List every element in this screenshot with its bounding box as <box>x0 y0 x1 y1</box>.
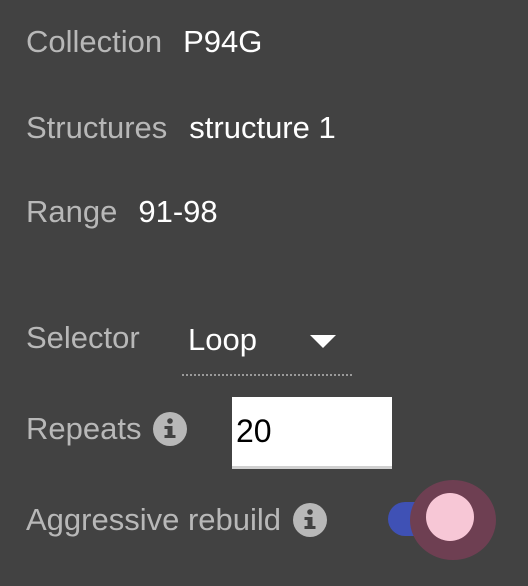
range-row: Range 91-98 <box>26 194 218 230</box>
collection-value: P94G <box>183 24 263 59</box>
repeats-input[interactable] <box>232 397 392 469</box>
selector-label: Selector <box>26 320 140 355</box>
dropdown-arrow-icon <box>310 335 336 348</box>
info-icon[interactable] <box>293 503 328 537</box>
repeats-row: Repeats <box>26 411 188 447</box>
range-value: 91-98 <box>138 194 218 229</box>
aggressive-rebuild-label: Aggressive rebuild <box>26 502 282 537</box>
range-label: Range <box>26 194 118 229</box>
structures-row: Structures structure 1 <box>26 110 336 146</box>
structures-value: structure 1 <box>189 110 336 145</box>
collection-label: Collection <box>26 24 163 59</box>
toggle-thumb <box>426 493 474 541</box>
structures-label: Structures <box>26 110 168 145</box>
info-icon[interactable] <box>153 412 188 446</box>
collection-row: Collection P94G <box>26 24 262 60</box>
aggressive-rebuild-toggle[interactable] <box>386 478 498 560</box>
repeats-label: Repeats <box>26 411 142 446</box>
selector-value: Loop <box>188 322 257 357</box>
settings-panel: Collection P94G Structures structure 1 R… <box>0 0 528 586</box>
aggressive-rebuild-row: Aggressive rebuild <box>26 502 328 538</box>
selector-dropdown[interactable]: Loop <box>182 318 352 376</box>
selector-row: Selector <box>26 320 140 356</box>
